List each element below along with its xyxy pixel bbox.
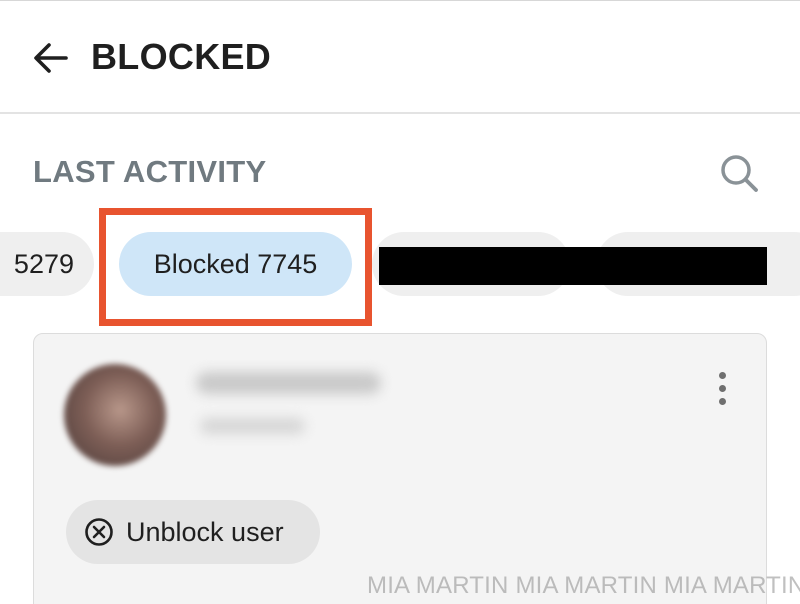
- more-vertical-icon: [718, 371, 726, 379]
- more-vertical-icon-dot: [718, 397, 726, 405]
- more-options-button[interactable]: [704, 366, 740, 410]
- user-name-blurred: [196, 372, 381, 394]
- blocked-screen: BLOCKED LAST ACTIVITY 5279 Blocked 7745: [0, 0, 800, 604]
- unblock-user-button[interactable]: Unblock user: [66, 500, 320, 564]
- avatar[interactable]: [64, 364, 166, 466]
- redaction-bar: [379, 247, 767, 285]
- filter-chip-previous[interactable]: 5279: [0, 232, 94, 296]
- filter-chip-previous-label: 5279: [13, 248, 74, 279]
- arrow-left-icon: [32, 42, 68, 79]
- more-vertical-icon-dot: [718, 384, 726, 392]
- circle-x-icon: [84, 517, 114, 547]
- search-button[interactable]: [714, 150, 764, 200]
- app-header: BLOCKED: [0, 0, 800, 114]
- filter-chip-blocked[interactable]: Blocked 7745: [119, 232, 352, 296]
- page-title: BLOCKED: [91, 36, 272, 77]
- section-title: LAST ACTIVITY: [33, 154, 267, 189]
- unblock-user-label: Unblock user: [126, 516, 284, 547]
- search-icon: [719, 153, 759, 198]
- filter-chip-blocked-label: Blocked 7745: [153, 248, 318, 279]
- user-subtitle-blurred: [200, 418, 305, 434]
- back-button[interactable]: [28, 38, 72, 82]
- watermark: MIA MARTIN MIA MARTIN MIA MARTIN: [367, 572, 800, 599]
